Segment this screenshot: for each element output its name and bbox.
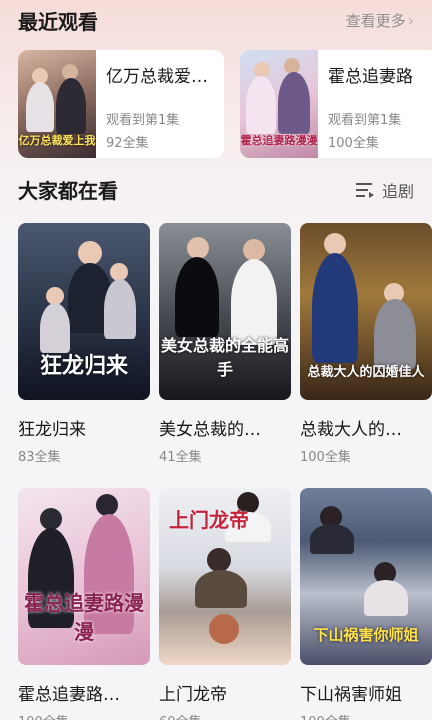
drama-card[interactable]: 下山祸害你师姐 下山祸害师姐 100全集 bbox=[300, 488, 432, 720]
drama-cover-text: 上门龙帝 bbox=[169, 508, 249, 532]
drama-title: 上门龙帝 bbox=[159, 685, 227, 705]
follow-list-icon bbox=[355, 182, 376, 198]
follow-label: 追剧 bbox=[381, 181, 414, 201]
recent-item[interactable]: 亿万总裁爱上我 亿万总裁爱… 观看到第1集 92全集 bbox=[18, 50, 224, 158]
drama-cover-image: 狂龙归来 bbox=[18, 223, 150, 400]
drama-episode-count: 60全集 bbox=[159, 711, 291, 720]
recent-item[interactable]: 霍总追妻路漫漫 霍总追妻路 观看到第1集 100全集 bbox=[240, 50, 432, 158]
drama-title: 总裁大人的… bbox=[300, 420, 402, 440]
recent-section-header: 最近观看 查看更多 › bbox=[18, 6, 414, 35]
drama-episode-count: 100全集 bbox=[300, 450, 351, 465]
drama-cover-image: 总裁大人的囚婚佳人 bbox=[300, 223, 432, 400]
drama-card[interactable]: 总裁大人的囚婚佳人 总裁大人的… 100全集 bbox=[300, 223, 432, 465]
drama-title: 霍总追妻路… bbox=[18, 685, 120, 705]
follow-button[interactable]: 追剧 bbox=[355, 178, 414, 202]
drama-episode-count: 41全集 bbox=[159, 450, 202, 465]
recent-cover-image: 霍总追妻路漫漫 bbox=[240, 50, 318, 158]
recent-cover-text: 亿万总裁爱上我 bbox=[18, 134, 96, 147]
drama-card[interactable]: 狂龙归来 狂龙归来 83全集 bbox=[18, 223, 150, 465]
drama-cover-text: 霍总追妻路漫漫 bbox=[24, 591, 144, 644]
drama-cover-image: 下山祸害你师姐 bbox=[300, 488, 432, 665]
recent-item-count: 100全集 bbox=[328, 136, 379, 151]
drama-card[interactable]: 霍总追妻路漫漫 霍总追妻路… 100全集 bbox=[18, 488, 150, 720]
drama-cover-image: 美女总裁的全能高手 bbox=[159, 223, 291, 400]
view-more-label: 查看更多 bbox=[345, 12, 406, 30]
recent-section-title: 最近观看 bbox=[18, 10, 98, 34]
drama-cover-text: 下山祸害你师姐 bbox=[313, 626, 419, 644]
drama-episode-count: 83全集 bbox=[18, 450, 61, 465]
drama-card[interactable]: 美女总裁的全能高手 美女总裁的… 41全集 bbox=[159, 223, 291, 465]
recent-cover-text: 霍总追妻路漫漫 bbox=[240, 134, 318, 147]
drama-cover-text: 狂龙归来 bbox=[39, 354, 128, 379]
drama-title: 下山祸害师姐 bbox=[300, 685, 402, 705]
popular-section-title: 大家都在看 bbox=[18, 179, 118, 203]
recent-item-count: 92全集 bbox=[106, 136, 149, 151]
recent-item-title: 亿万总裁爱… bbox=[106, 67, 208, 87]
drama-cover-image: 上门龙帝 bbox=[159, 488, 291, 665]
drama-title: 美女总裁的… bbox=[159, 420, 261, 440]
recent-item-info: 亿万总裁爱… 观看到第1集 92全集 bbox=[96, 50, 218, 158]
recent-item-info: 霍总追妻路 观看到第1集 100全集 bbox=[318, 50, 423, 158]
recent-item-progress: 观看到第1集 bbox=[106, 113, 180, 128]
drama-card[interactable]: 上门龙帝 上门龙帝 60全集 bbox=[159, 488, 291, 720]
recent-item-progress: 观看到第1集 bbox=[328, 113, 402, 128]
drama-episode-count: 100全集 bbox=[18, 711, 150, 720]
drama-title: 狂龙归来 bbox=[18, 420, 86, 440]
drama-cover-text: 总裁大人的囚婚佳人 bbox=[307, 365, 425, 380]
drama-cover-image: 霍总追妻路漫漫 bbox=[18, 488, 150, 665]
view-more-link[interactable]: 查看更多 › bbox=[346, 10, 414, 31]
recent-item-title: 霍总追妻路 bbox=[328, 67, 413, 87]
chevron-right-icon: › bbox=[407, 11, 414, 30]
drama-cover-text: 美女总裁的全能高手 bbox=[160, 336, 289, 379]
recent-cover-image: 亿万总裁爱上我 bbox=[18, 50, 96, 158]
recent-list: 亿万总裁爱上我 亿万总裁爱… 观看到第1集 92全集 霍总追妻路漫漫 霍总追妻路… bbox=[18, 50, 432, 158]
drama-episode-count: 100全集 bbox=[300, 711, 432, 720]
popular-section-header: 大家都在看 追剧 bbox=[18, 175, 414, 204]
